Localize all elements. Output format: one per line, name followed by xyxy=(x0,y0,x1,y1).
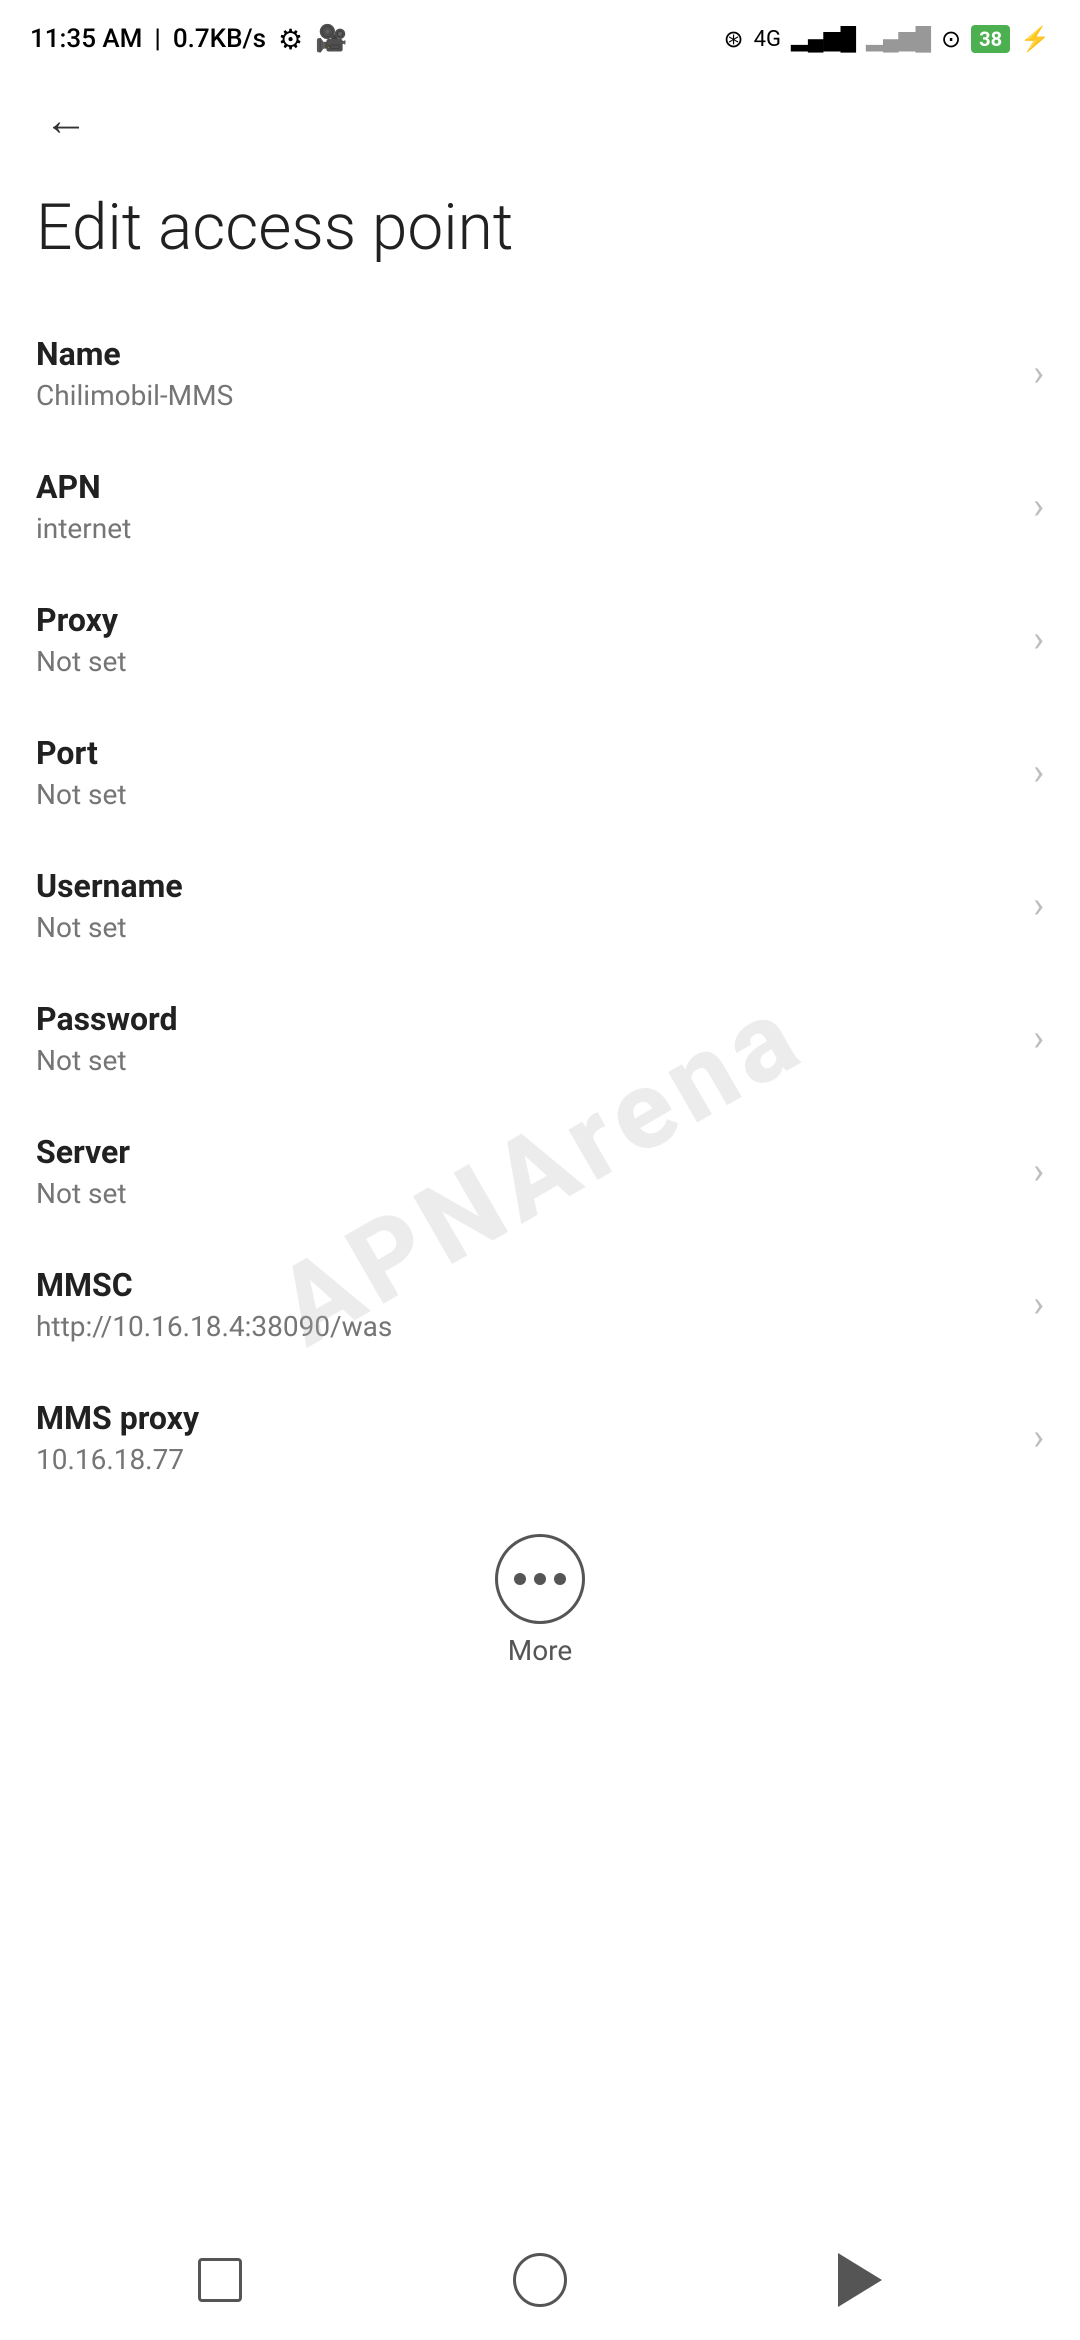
setting-text-mmsc: MMSC http://10.16.18.4:38090/was xyxy=(36,1266,1013,1343)
setting-item-apn[interactable]: APN internet › xyxy=(0,440,1080,573)
chevron-icon-mms-proxy: › xyxy=(1033,1416,1044,1458)
setting-label-username: Username xyxy=(36,867,1013,905)
nav-home-button[interactable] xyxy=(505,2245,575,2315)
setting-item-name[interactable]: Name Chilimobil-MMS › xyxy=(0,307,1080,440)
status-right: ⊛ 4G ▂▄▆█ ▂▄▆█ ⊙ 38 ⚡ xyxy=(724,25,1050,53)
setting-value-apn: internet xyxy=(36,512,1013,545)
dot-1 xyxy=(514,1573,526,1585)
setting-text-name: Name Chilimobil-MMS xyxy=(36,335,1013,412)
setting-text-apn: APN internet xyxy=(36,468,1013,545)
setting-item-mmsc[interactable]: MMSC http://10.16.18.4:38090/was › xyxy=(0,1238,1080,1371)
setting-text-mms-proxy: MMS proxy 10.16.18.77 xyxy=(36,1399,1013,1476)
setting-item-port[interactable]: Port Not set › xyxy=(0,706,1080,839)
setting-label-apn: APN xyxy=(36,468,1013,506)
dot-2 xyxy=(534,1573,546,1585)
battery-indicator: 38 xyxy=(971,25,1010,53)
setting-text-port: Port Not set xyxy=(36,734,1013,811)
status-left: 11:35 AM | 0.7KB/s ⚙ 🎥 xyxy=(30,23,348,56)
setting-label-server: Server xyxy=(36,1133,1013,1171)
chevron-icon-apn: › xyxy=(1033,485,1044,527)
chevron-icon-username: › xyxy=(1033,884,1044,926)
signal-4g-icon: 4G xyxy=(754,27,781,52)
camera-icon: 🎥 xyxy=(315,24,347,54)
setting-text-password: Password Not set xyxy=(36,1000,1013,1077)
setting-label-proxy: Proxy xyxy=(36,601,1013,639)
settings-icon: ⚙ xyxy=(278,23,303,56)
setting-label-port: Port xyxy=(36,734,1013,772)
page-title: Edit access point xyxy=(0,170,1080,307)
setting-text-username: Username Not set xyxy=(36,867,1013,944)
nav-back-button[interactable] xyxy=(825,2245,895,2315)
charging-icon: ⚡ xyxy=(1020,25,1050,53)
home-icon xyxy=(513,2253,567,2307)
back-icon xyxy=(838,2253,882,2307)
chevron-icon-name: › xyxy=(1033,352,1044,394)
chevron-icon-mmsc: › xyxy=(1033,1283,1044,1325)
setting-label-name: Name xyxy=(36,335,1013,373)
status-time: 11:35 AM xyxy=(30,24,142,54)
setting-item-mms-proxy[interactable]: MMS proxy 10.16.18.77 › xyxy=(0,1371,1080,1504)
setting-value-server: Not set xyxy=(36,1177,1013,1210)
bottom-nav xyxy=(0,2220,1080,2340)
setting-text-server: Server Not set xyxy=(36,1133,1013,1210)
recent-apps-icon xyxy=(198,2258,242,2302)
setting-item-server[interactable]: Server Not set › xyxy=(0,1105,1080,1238)
setting-value-name: Chilimobil-MMS xyxy=(36,379,1013,412)
setting-item-username[interactable]: Username Not set › xyxy=(0,839,1080,972)
setting-value-proxy: Not set xyxy=(36,645,1013,678)
setting-value-username: Not set xyxy=(36,911,1013,944)
bluetooth-icon: ⊛ xyxy=(724,25,744,53)
chevron-icon-port: › xyxy=(1033,751,1044,793)
setting-value-port: Not set xyxy=(36,778,1013,811)
setting-text-proxy: Proxy Not set xyxy=(36,601,1013,678)
back-button[interactable]: ← xyxy=(36,90,96,150)
chevron-icon-server: › xyxy=(1033,1150,1044,1192)
more-button[interactable] xyxy=(495,1534,585,1624)
setting-label-password: Password xyxy=(36,1000,1013,1038)
dot-3 xyxy=(554,1573,566,1585)
more-label: More xyxy=(508,1634,573,1667)
setting-value-password: Not set xyxy=(36,1044,1013,1077)
wifi-icon: ⊙ xyxy=(941,25,961,53)
status-network-speed: 0.7KB/s xyxy=(173,24,266,54)
signal-bars-icon: ▂▄▆█ xyxy=(791,26,856,52)
settings-list: Name Chilimobil-MMS › APN internet › Pro… xyxy=(0,307,1080,1504)
nav-bar: ← xyxy=(0,70,1080,170)
chevron-icon-password: › xyxy=(1033,1017,1044,1059)
status-bar: 11:35 AM | 0.7KB/s ⚙ 🎥 ⊛ 4G ▂▄▆█ ▂▄▆█ ⊙ … xyxy=(0,0,1080,70)
setting-value-mmsc: http://10.16.18.4:38090/was xyxy=(36,1310,1013,1343)
setting-item-proxy[interactable]: Proxy Not set › xyxy=(0,573,1080,706)
signal-bars2-icon: ▂▄▆█ xyxy=(866,26,931,52)
more-button-area: More xyxy=(0,1504,1080,1687)
setting-item-password[interactable]: Password Not set › xyxy=(0,972,1080,1105)
setting-label-mmsc: MMSC xyxy=(36,1266,1013,1304)
setting-value-mms-proxy: 10.16.18.77 xyxy=(36,1443,1013,1476)
more-dots-icon xyxy=(514,1573,566,1585)
setting-label-mms-proxy: MMS proxy xyxy=(36,1399,1013,1437)
chevron-icon-proxy: › xyxy=(1033,618,1044,660)
nav-recent-apps-button[interactable] xyxy=(185,2245,255,2315)
status-speed: | xyxy=(154,24,160,54)
